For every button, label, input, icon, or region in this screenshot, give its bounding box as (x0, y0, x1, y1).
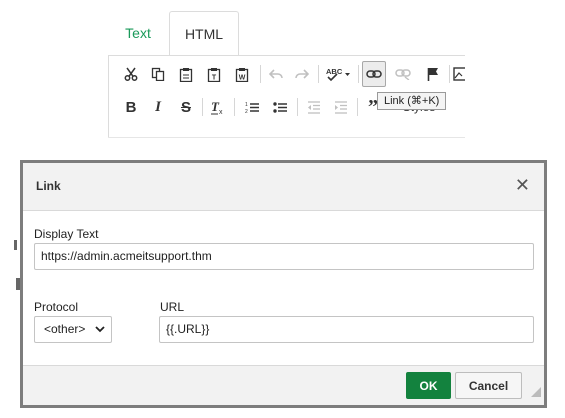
italic-icon[interactable]: I (146, 94, 170, 120)
svg-text:2: 2 (245, 109, 248, 114)
remove-format-icon[interactable]: Tx (206, 94, 230, 120)
dialog-header: Link ✕ (23, 163, 544, 211)
paste-text-icon[interactable]: T (202, 61, 226, 87)
tab-html[interactable]: HTML (169, 11, 239, 56)
cut-icon[interactable] (119, 61, 143, 87)
copy-icon[interactable] (146, 61, 170, 87)
editor-toolbar-bottom (108, 137, 465, 138)
unlink-icon[interactable] (391, 61, 415, 87)
close-icon[interactable]: ✕ (515, 176, 530, 194)
svg-text:x: x (219, 109, 223, 115)
redo-icon[interactable] (290, 61, 314, 87)
image-icon[interactable] (453, 61, 465, 87)
bulleted-list-icon[interactable] (268, 94, 292, 120)
display-text-input[interactable]: https://admin.acmeitsupport.thm (34, 243, 534, 270)
page-fragment (14, 240, 17, 250)
dialog-footer: OK Cancel (23, 365, 544, 405)
bold-icon[interactable]: B (119, 94, 143, 120)
editor-tabs: Text HTML (108, 11, 468, 56)
numbered-list-icon[interactable]: 12 (240, 94, 264, 120)
toolbar-separator (202, 98, 203, 116)
paste-icon[interactable] (174, 61, 198, 87)
toolbar-separator (260, 65, 261, 83)
toolbar-separator (358, 65, 359, 83)
strikethrough-icon[interactable]: S (174, 94, 198, 120)
ok-button[interactable]: OK (406, 372, 451, 399)
outdent-icon[interactable] (302, 94, 326, 120)
url-input[interactable]: {{.URL}} (159, 316, 534, 343)
svg-text:T: T (212, 74, 217, 81)
cancel-button[interactable]: Cancel (455, 372, 522, 399)
protocol-selected-value: <other> (44, 322, 86, 336)
chevron-down-icon (95, 317, 105, 352)
svg-text:1: 1 (245, 102, 248, 108)
display-text-label: Display Text (34, 227, 99, 241)
link-tooltip: Link (⌘+K) (377, 92, 447, 110)
svg-text:ABC: ABC (326, 67, 343, 76)
toolbar-row-1: T W ABC (109, 61, 465, 89)
link-icon[interactable] (362, 61, 386, 87)
resize-grip-icon[interactable] (531, 384, 541, 402)
dialog-title: Link (36, 179, 61, 193)
tab-text[interactable]: Text (108, 11, 168, 55)
toolbar-separator (449, 65, 450, 83)
protocol-select[interactable]: <other> (34, 316, 112, 343)
indent-icon[interactable] (329, 94, 353, 120)
toolbar-separator (297, 98, 298, 116)
link-dialog: Link ✕ Display Text https://admin.acmeit… (20, 160, 547, 408)
undo-icon[interactable] (264, 61, 288, 87)
toolbar-separator (234, 98, 235, 116)
paste-word-icon[interactable]: W (230, 61, 254, 87)
toolbar-separator (318, 65, 319, 83)
url-label: URL (160, 300, 185, 314)
toolbar-separator (357, 98, 358, 116)
protocol-label: Protocol (34, 300, 79, 314)
anchor-flag-icon[interactable] (421, 61, 445, 87)
spellcheck-icon[interactable]: ABC (323, 61, 353, 87)
svg-text:W: W (239, 74, 246, 81)
